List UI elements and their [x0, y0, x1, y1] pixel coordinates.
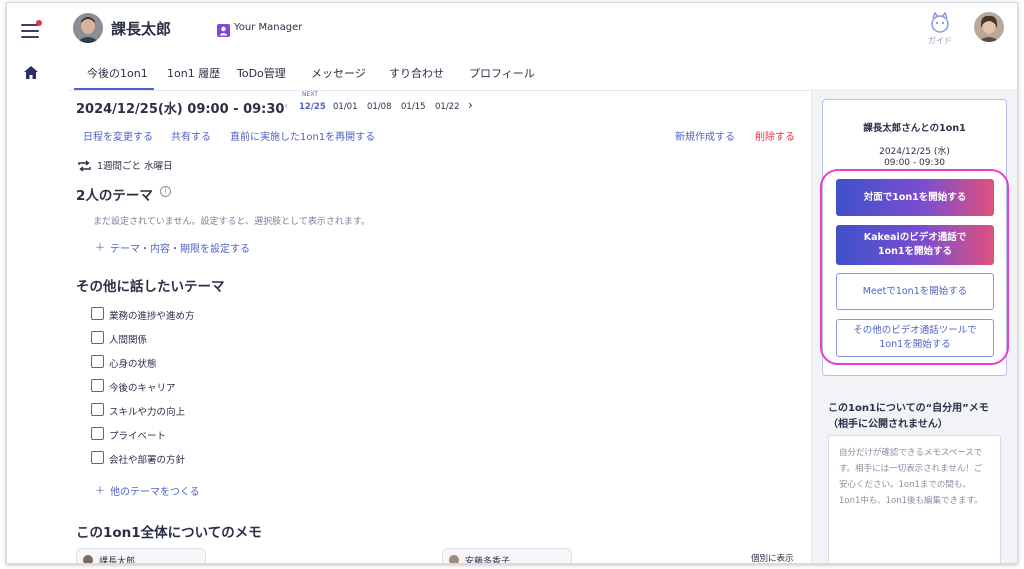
delete-link[interactable]: 削除する — [755, 128, 795, 143]
tab-history[interactable]: 1on1 履歴 — [167, 65, 220, 81]
share-link[interactable]: 共有する — [171, 128, 211, 143]
memo-section-title: この1on1全体についてのメモ — [76, 525, 262, 541]
memo-chip-partner[interactable]: 安藤多香子 — [442, 548, 572, 564]
date-chip-active[interactable]: 12/25 — [299, 102, 326, 112]
tab-upcoming[interactable]: 今後の1on1 — [87, 65, 148, 81]
user-name: 課長太郎 — [111, 20, 172, 38]
resume-link[interactable]: 直前に実施した1on1を再開する — [230, 128, 375, 143]
notification-dot — [36, 20, 42, 26]
topic-checkbox[interactable] — [91, 379, 104, 392]
add-theme-link[interactable]: テーマ・内容・期限を設定する — [110, 240, 250, 255]
other-topics-title: その他に話したいテーマ — [76, 279, 225, 295]
home-icon[interactable] — [24, 64, 38, 79]
themes-empty-text: まだ設定されていません。設定すると、選択肢として表示されます。 — [93, 217, 370, 227]
tab-divider — [69, 90, 814, 91]
session-card-title: 課長太郎さんとの1on1 — [863, 123, 966, 134]
topic-label: 心身の状態 — [109, 359, 157, 370]
user-avatar — [73, 13, 103, 43]
tab-message[interactable]: メッセージ — [311, 65, 366, 81]
topic-checkbox[interactable] — [91, 307, 104, 320]
memo-chip-partner-label: 安藤多香子 — [465, 557, 511, 564]
topic-checkbox[interactable] — [91, 331, 104, 344]
reschedule-link[interactable]: 日程を変更する — [83, 128, 153, 143]
info-icon[interactable]: i — [160, 186, 171, 197]
manager-badge: Your Manager — [234, 22, 303, 33]
topic-checkbox[interactable] — [91, 355, 104, 368]
topic-label: 今後のキャリア — [109, 383, 176, 394]
private-memo-subtitle: （相手に公開されません） — [828, 419, 948, 430]
memo-chip-self[interactable]: 課長太郎 — [76, 548, 206, 564]
guide-label[interactable]: ガイド — [928, 35, 952, 46]
private-memo-field[interactable]: 自分だけが確認できるメモスペースです。相手には一切表示されません！ご安心ください… — [828, 435, 1001, 563]
private-memo-title: この1on1についての“自分用”メモ — [828, 403, 989, 414]
date-chip[interactable]: 01/01 — [333, 102, 358, 112]
guide-icon[interactable] — [927, 11, 953, 34]
tab-alignment[interactable]: すり合わせ — [389, 65, 444, 81]
current-schedule: 2024/12/25(水) 09:00 - 09:30 — [76, 102, 285, 117]
themes-title: 2人のテーマ — [76, 188, 153, 204]
person-badge-icon — [217, 22, 230, 37]
session-date: 2024/12/25 (水) — [879, 147, 950, 157]
highlight-outline — [820, 169, 1009, 365]
topic-label: 人間関係 — [109, 335, 148, 346]
topic-checkbox[interactable] — [91, 451, 104, 464]
recurrence-text: 1週間ごと 水曜日 — [97, 161, 173, 172]
plus-icon[interactable]: ＋ — [95, 239, 105, 254]
date-chip[interactable]: 01/15 — [401, 102, 426, 112]
topic-checkbox[interactable] — [91, 427, 104, 440]
app-window: 課長太郎 Your Manager ガイド 今後の1on1 1on1 履歴 To… — [6, 2, 1018, 564]
repeat-icon — [78, 157, 91, 172]
menu-icon[interactable] — [21, 24, 39, 38]
next-label: NEXT — [302, 91, 318, 98]
private-memo-placeholder: 自分だけが確認できるメモスペースです。相手には一切表示されません！ご安心ください… — [839, 448, 983, 507]
tab-todo[interactable]: ToDo管理 — [237, 65, 286, 81]
topic-label: プライベート — [109, 431, 167, 442]
session-time: 09:00 - 09:30 — [884, 158, 945, 168]
add-topic-link[interactable]: 他のテーマをつくる — [110, 483, 200, 498]
avatar — [449, 555, 459, 563]
date-chip[interactable]: 01/22 — [435, 102, 460, 112]
topic-label: スキルや力の向上 — [109, 407, 186, 418]
topic-label: 会社や部署の方針 — [109, 455, 186, 466]
account-avatar[interactable] — [974, 12, 1004, 42]
prev-date-arrow[interactable]: ‹ — [284, 99, 288, 112]
topic-checkbox[interactable] — [91, 403, 104, 416]
tab-profile[interactable]: プロフィール — [469, 65, 535, 81]
memo-chip-self-label: 課長太郎 — [99, 557, 136, 564]
topic-label: 業務の進捗や進め方 — [109, 311, 195, 322]
avatar — [83, 555, 93, 563]
plus-icon[interactable]: ＋ — [95, 482, 105, 497]
individual-view-link[interactable]: 個別に表示 — [751, 552, 794, 563]
next-date-arrow[interactable]: › — [468, 98, 473, 112]
new-link[interactable]: 新規作成する — [675, 128, 735, 143]
date-chip[interactable]: 01/08 — [367, 102, 392, 112]
